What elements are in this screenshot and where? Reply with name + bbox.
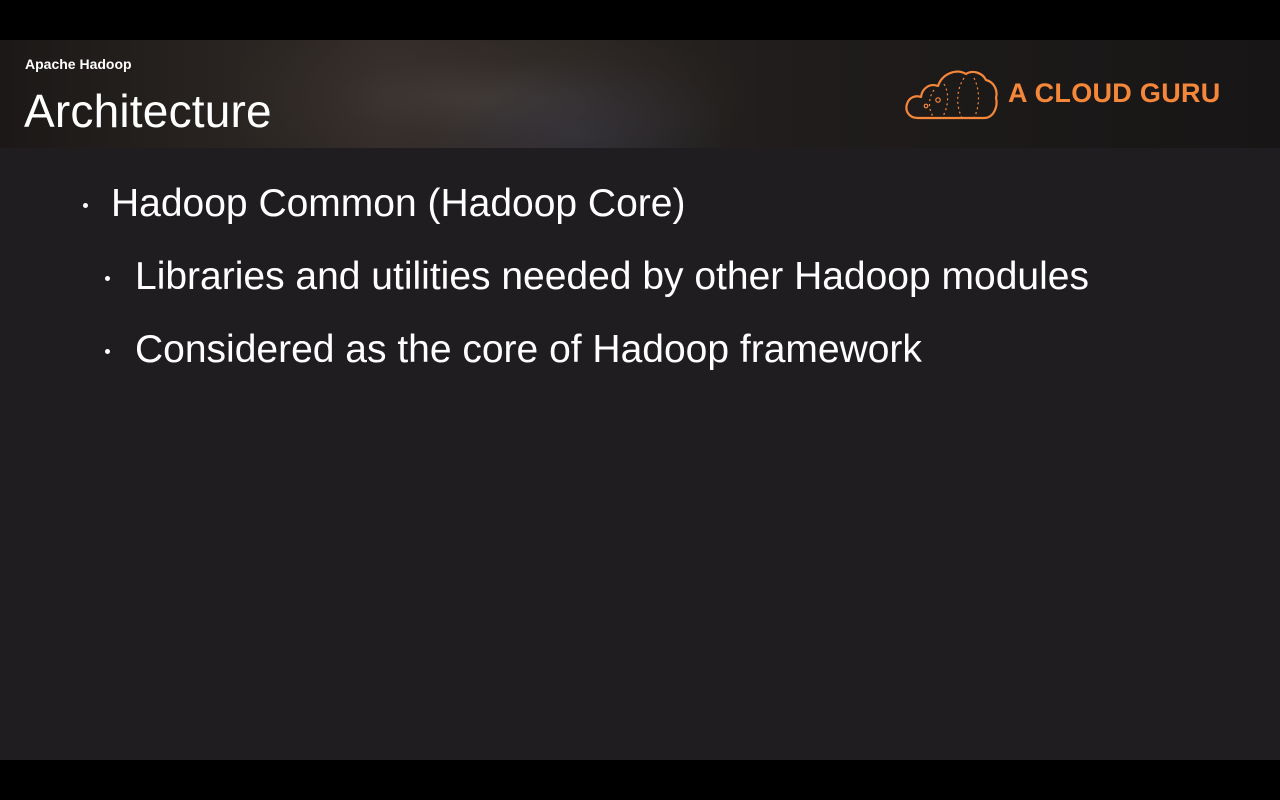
bullet-item-level-2: Libraries and utilities needed by other … [135, 255, 1089, 298]
slide-content: Hadoop Common (Hadoop Core) Libraries an… [0, 148, 1280, 760]
header-background-photo-detail [400, 50, 720, 148]
bullet-item-level-1: Hadoop Common (Hadoop Core) [111, 182, 686, 225]
brand-logo-text: A CLOUD GURU [1008, 78, 1221, 108]
slide: Apache Hadoop Architecture A CLOUD GURU … [0, 40, 1280, 760]
bullet-dot [83, 203, 88, 208]
slide-header: Apache Hadoop Architecture A CLOUD GURU [0, 40, 1280, 148]
slide-kicker: Apache Hadoop [25, 56, 132, 72]
bullet-item-level-2: Considered as the core of Hadoop framewo… [135, 328, 922, 371]
letterbox-top [0, 0, 1280, 40]
slide-title: Architecture [24, 85, 272, 137]
bullet-dot [105, 349, 110, 354]
brand-logo: A CLOUD GURU [904, 66, 1244, 124]
bullet-dot [105, 276, 110, 281]
letterbox-bottom [0, 760, 1280, 800]
cloud-icon [904, 66, 998, 122]
